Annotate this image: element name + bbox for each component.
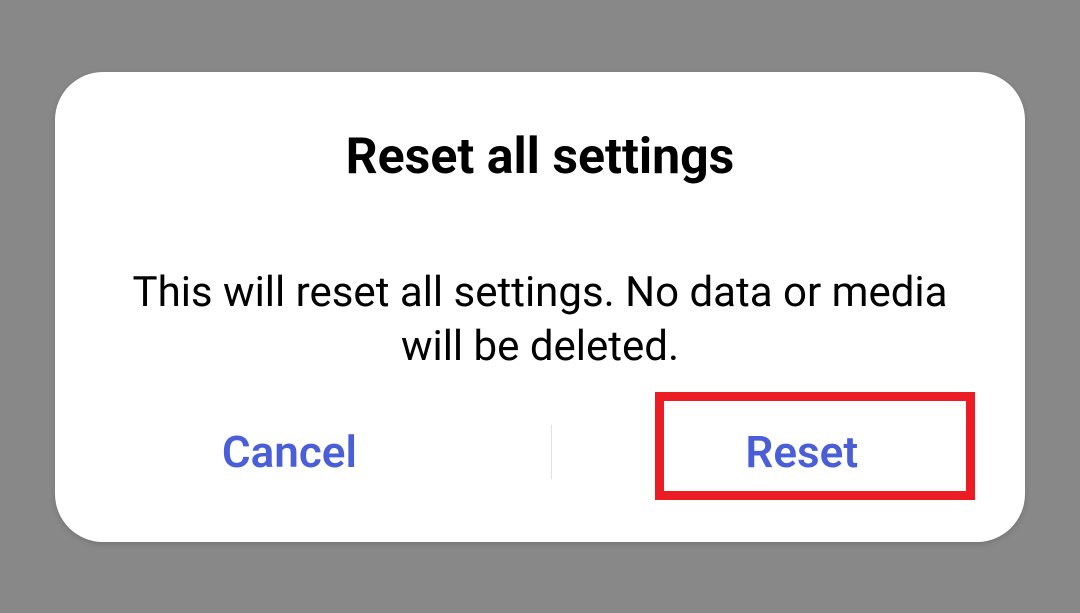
dialog-title: Reset all settings — [346, 128, 735, 186]
cancel-button[interactable]: Cancel — [162, 412, 417, 492]
button-divider — [551, 425, 552, 479]
reset-button[interactable]: Reset — [685, 412, 918, 492]
dialog-button-row: Cancel Reset — [95, 412, 985, 492]
dialog-message: This will reset all settings. No data or… — [105, 266, 975, 375]
reset-settings-dialog: Reset all settings This will reset all s… — [55, 72, 1025, 542]
